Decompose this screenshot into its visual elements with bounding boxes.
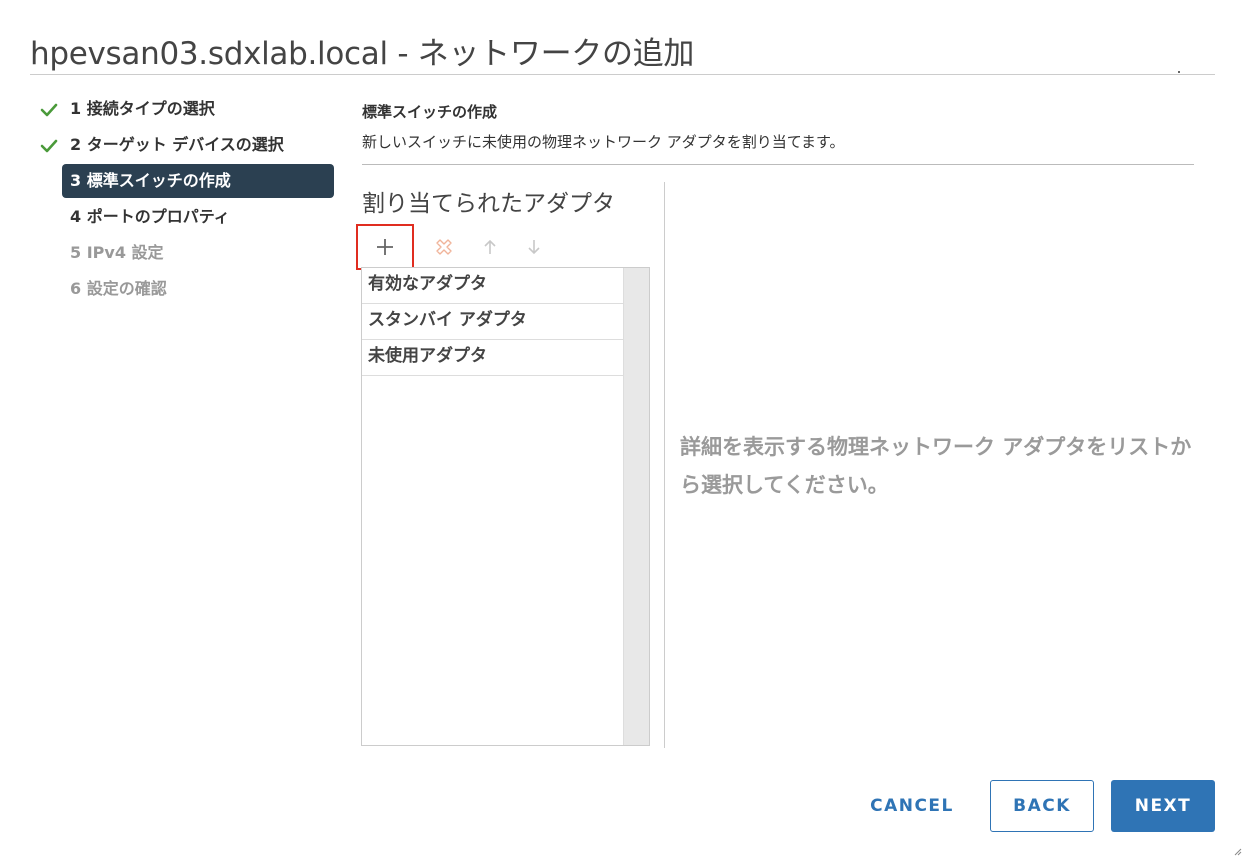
list-item-unused-adapters[interactable]: 未使用アダプタ (362, 340, 623, 376)
step-connection-type[interactable]: 1 接続タイプの選択 (36, 92, 336, 128)
title-divider (30, 74, 1215, 75)
arrow-up-icon (484, 239, 496, 254)
dialog-title: hpevsan03.sdxlab.local - ネットワークの追加 (30, 36, 695, 72)
check-icon (40, 139, 58, 153)
wizard-steps: 1 接続タイプの選択 2 ターゲット デバイスの選択 3 標準スイッチの作成 4… (36, 92, 336, 308)
section-description: 新しいスイッチに未使用の物理ネットワーク アダプタを割り当てます。 (362, 133, 845, 151)
plus-icon (377, 239, 393, 255)
step-create-standard-switch[interactable]: 3 標準スイッチの作成 (62, 164, 334, 198)
cancel-button[interactable]: CANCEL (862, 780, 962, 832)
list-item-standby-adapters[interactable]: スタンバイ アダプタ (362, 304, 623, 340)
remove-x-icon (436, 239, 452, 255)
adapter-toolbar (356, 224, 576, 270)
add-adapter-button[interactable] (356, 224, 414, 270)
move-down-button[interactable] (522, 224, 546, 270)
detail-placeholder: 詳細を表示する物理ネットワーク アダプタをリストから選択してください。 (680, 435, 1192, 497)
step-ipv4-settings: 5 IPv4 設定 (36, 236, 336, 272)
arrow-down-icon (528, 240, 540, 255)
step-label: 6 設定の確認 (70, 279, 167, 298)
adapter-list[interactable]: 有効なアダプタ スタンバイ アダプタ 未使用アダプタ (361, 267, 650, 746)
step-label: 2 ターゲット デバイスの選択 (70, 135, 284, 154)
section-title: 標準スイッチの作成 (362, 103, 498, 121)
step-label: 5 IPv4 設定 (70, 243, 164, 262)
step-ready-to-complete: 6 設定の確認 (36, 272, 336, 308)
step-label: 3 標準スイッチの作成 (70, 171, 231, 190)
back-button[interactable]: BACK (990, 780, 1094, 832)
step-label: 1 接続タイプの選択 (70, 99, 215, 118)
remove-adapter-button[interactable] (430, 224, 458, 270)
step-target-device[interactable]: 2 ターゲット デバイスの選択 (36, 128, 336, 164)
panel-divider (664, 182, 665, 748)
move-up-button[interactable] (478, 224, 502, 270)
check-icon (40, 103, 58, 117)
title-dot (1178, 71, 1180, 73)
section-divider (362, 164, 1194, 165)
step-port-properties[interactable]: 4 ポートのプロパティ (36, 200, 336, 236)
list-item-active-adapters[interactable]: 有効なアダプタ (362, 268, 623, 304)
step-label: 4 ポートのプロパティ (70, 207, 230, 226)
resize-grip-icon[interactable] (1232, 846, 1242, 856)
assigned-adapters-title: 割り当てられたアダプタ (362, 191, 615, 217)
next-button[interactable]: NEXT (1111, 780, 1215, 832)
list-scrollbar[interactable] (623, 268, 649, 745)
